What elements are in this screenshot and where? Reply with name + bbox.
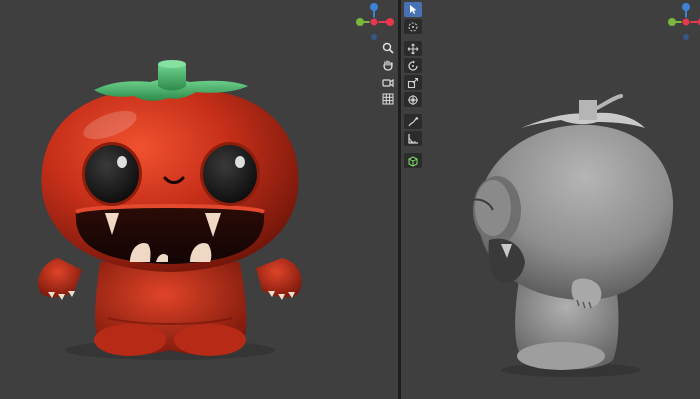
clay-foot [517,342,605,370]
add-cube-icon[interactable] [404,153,422,168]
gizmo-y-axis[interactable] [356,18,364,26]
tomato-character-clay [470,94,674,377]
viewport-rendered[interactable] [0,0,398,399]
left-foot [94,324,166,356]
cursor-3d-icon[interactable] [404,19,422,34]
left-arm [38,258,82,298]
right-foot [174,324,246,356]
scale-icon[interactable] [404,75,422,90]
right-eye [203,145,257,203]
blender-window [0,0,700,399]
clay-stem [579,100,597,120]
move-icon[interactable] [404,41,422,56]
rotate-icon[interactable] [404,58,422,73]
gizmo-neg-z[interactable] [371,34,377,40]
axis-gizmo[interactable] [352,2,398,42]
navigation-controls [380,40,396,106]
tomato-character-render [38,60,302,360]
measure-icon[interactable] [404,131,422,146]
right-arm [256,258,302,298]
annotate-icon[interactable] [404,114,422,129]
zoom-icon[interactable] [380,40,396,55]
camera-icon[interactable] [380,74,396,89]
tool-shelf [404,2,422,168]
gizmo-z-axis[interactable] [370,3,378,11]
grid-icon[interactable] [380,91,396,106]
gizmo-x-axis[interactable] [386,18,394,26]
viewport-solid[interactable] [401,0,700,399]
transform-icon[interactable] [404,92,422,107]
hand-pan-icon[interactable] [380,57,396,72]
axis-gizmo-right[interactable] [664,2,700,42]
select-cursor-icon[interactable] [404,2,422,17]
left-eye [85,145,139,203]
